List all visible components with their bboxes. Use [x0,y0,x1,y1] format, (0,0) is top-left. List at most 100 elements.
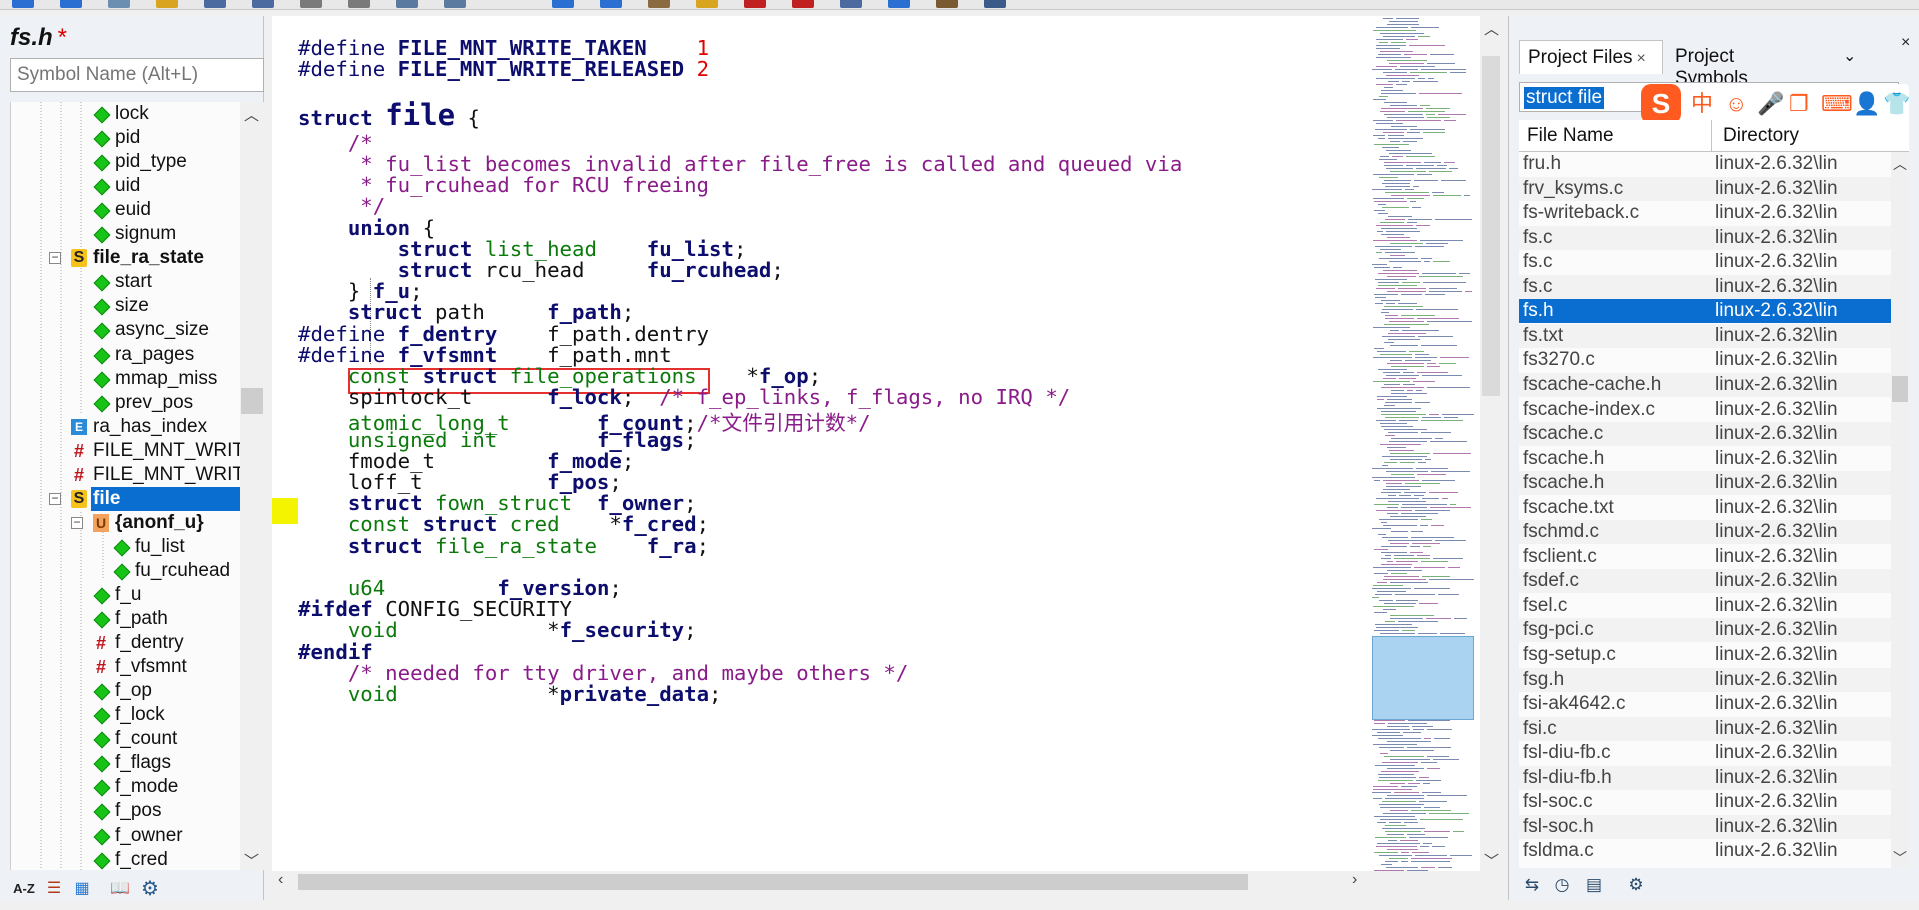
file-row[interactable]: fsg.h linux-2.6.32\lin [1519,667,1891,692]
file-row[interactable]: fs.txt linux-2.6.32\lin [1519,323,1891,348]
save-icon[interactable] [204,0,226,8]
tree-item[interactable]: Era_has_index [11,415,240,439]
close-tab-icon[interactable]: × [1637,50,1646,67]
tree-item[interactable]: − Sfile_ra_state [11,246,240,270]
tree-item[interactable]: fu_rcuhead [11,559,240,583]
file-row[interactable]: frv_ksyms.c linux-2.6.32\lin [1519,176,1891,201]
file-row[interactable]: fs.c linux-2.6.32\lin [1519,250,1891,274]
tree-item[interactable]: f_mode [11,775,240,799]
scroll-thumb[interactable] [241,388,263,414]
tree-item[interactable]: f_owner [11,824,240,848]
tree-item[interactable]: pid_type [11,150,240,174]
scroll-thumb[interactable] [298,874,1248,890]
file-row[interactable]: fsl-soc.h linux-2.6.32\lin [1519,814,1891,839]
paste-icon[interactable] [444,0,466,8]
file-row[interactable]: fs.c linux-2.6.32\lin [1519,274,1891,299]
tree-item[interactable]: start [11,270,240,294]
settings-icon[interactable]: ⚙ [136,876,164,902]
file-row[interactable]: fs3270.c linux-2.6.32\lin [1519,348,1891,372]
file-row[interactable]: fs.c linux-2.6.32\lin [1519,225,1891,250]
save-all-icon[interactable] [252,0,274,8]
tree-item[interactable]: # f_vfsmnt [11,655,240,679]
sync-icon[interactable]: ⇆ [1519,872,1545,898]
editor-vertical-scrollbar[interactable]: ︿ ﹀ [1480,16,1502,871]
collapse-icon[interactable]: − [71,516,83,529]
column-separator[interactable] [1711,120,1712,152]
file-row[interactable]: fs.h linux-2.6.32\lin [1519,299,1891,324]
code-line[interactable]: #define FILE_MNT_WRITE_RELEASED 2 [298,57,709,81]
symbol-tree[interactable]: lock pid pid_type uid euid signum − Sfile_ra_st… [10,102,240,870]
replace-icon[interactable] [696,0,718,8]
close-panel-icon[interactable]: × [1901,34,1910,52]
sort-az-icon[interactable]: A-Z [10,876,38,902]
clipboard-icon[interactable]: ❐ [1789,90,1809,118]
tree-item[interactable]: uid [11,174,240,198]
file-row[interactable]: fsel.c linux-2.6.32\lin [1519,594,1891,618]
file-list-scrollbar[interactable]: ︿ ﹀ [1891,152,1909,868]
bookmark-icon[interactable] [744,0,766,8]
scroll-up-icon[interactable]: ︿ [1893,154,1907,174]
chinese-mode-icon[interactable]: 中 [1691,90,1713,118]
back-icon[interactable] [12,0,34,8]
list-icon[interactable]: ▤ [1581,872,1607,898]
context-icon[interactable] [936,0,958,8]
tree-item[interactable]: fu_list [11,535,240,559]
code-line[interactable]: struct file { [298,98,480,132]
category-icon[interactable]: ▦ [70,876,94,902]
file-row[interactable]: fsl-diu-fb.h linux-2.6.32\lin [1519,765,1891,790]
file-row[interactable]: fsg-pci.c linux-2.6.32\lin [1519,618,1891,643]
ime-toolbar[interactable]: S 中 ☺ 🎤 ❐ ⌨ 👤 👕 [1641,84,1910,124]
file-list[interactable]: fru.h linux-2.6.32\lin frv_ksyms.c linux-2.… [1519,152,1891,868]
new-file-icon[interactable] [108,0,130,8]
tree-item[interactable]: prev_pos [11,391,240,415]
tree-item[interactable]: − Sfile [11,486,240,511]
file-row[interactable]: fs-writeback.c linux-2.6.32\lin [1519,201,1891,225]
file-row[interactable]: fsclient.c linux-2.6.32\lin [1519,545,1891,569]
tree-item[interactable]: f_path [11,607,240,631]
tree-item[interactable]: ra_pages [11,343,240,367]
scroll-down-icon[interactable]: ﹀ [1893,848,1907,868]
file-row[interactable]: fsldma.c linux-2.6.32\lin [1519,839,1891,863]
history-icon[interactable]: ◷ [1549,872,1575,898]
tree-item[interactable]: f_pos [11,799,240,823]
tree-item[interactable]: lock [11,102,240,126]
redo-icon[interactable] [600,0,622,8]
collapse-icon[interactable]: − [49,251,61,265]
file-row[interactable]: fsl-soc.c linux-2.6.32\lin [1519,790,1891,814]
list-view-icon[interactable]: ☰ [42,876,66,902]
settings-icon[interactable]: ⚙ [1623,872,1649,898]
tab-project-symbols[interactable]: Project Symbols [1667,40,1813,89]
microphone-icon[interactable]: 🎤 [1757,90,1784,118]
keyboard-icon[interactable]: ⌨ [1821,90,1853,118]
tree-item[interactable]: # f_dentry [11,631,240,655]
user-icon[interactable]: 👤 [1853,90,1880,118]
file-row[interactable]: fscache-index.c linux-2.6.32\lin [1519,398,1891,422]
tree-item[interactable]: f_cred [11,848,240,870]
sogou-logo-icon[interactable]: S [1641,84,1681,124]
file-row[interactable]: fsl-diu-fb.c linux-2.6.32\lin [1519,741,1891,765]
code-overview-map[interactable] [1368,16,1480,871]
tree-item[interactable]: f_count [11,727,240,751]
code-line[interactable]: void *private_data; [298,682,722,706]
file-row[interactable]: fscache.txt linux-2.6.32\lin [1519,496,1891,520]
tree-item[interactable]: size [11,294,240,318]
tree-item[interactable]: − U {anonf_u} [11,511,240,535]
open-icon[interactable] [156,0,178,8]
tree-item[interactable]: pid [11,126,240,150]
file-row[interactable]: fsi-ak4642.c linux-2.6.32\lin [1519,692,1891,716]
code-area[interactable]: #define FILE_MNT_WRITE_TAKEN 1 #define FI… [298,16,1368,871]
tree-item[interactable]: signum [11,222,240,246]
file-row[interactable]: fsdef.c linux-2.6.32\lin [1519,569,1891,594]
overview-viewport[interactable] [1372,636,1474,720]
scroll-thumb[interactable] [1482,56,1500,396]
column-directory[interactable]: Directory [1723,125,1799,147]
jump-icon[interactable] [792,0,814,8]
file-row[interactable]: fscache.c linux-2.6.32\lin [1519,422,1891,447]
tree-item[interactable]: # FILE_MNT_WRIT [11,439,240,463]
tree-item[interactable]: mmap_miss [11,367,240,391]
scroll-up-icon[interactable]: ︿ [244,104,259,125]
scroll-up-icon[interactable]: ︿ [1484,18,1499,39]
tree-item[interactable]: f_op [11,679,240,703]
tree-item[interactable]: f_u [11,583,240,607]
scroll-down-icon[interactable]: ﹀ [1484,850,1499,871]
